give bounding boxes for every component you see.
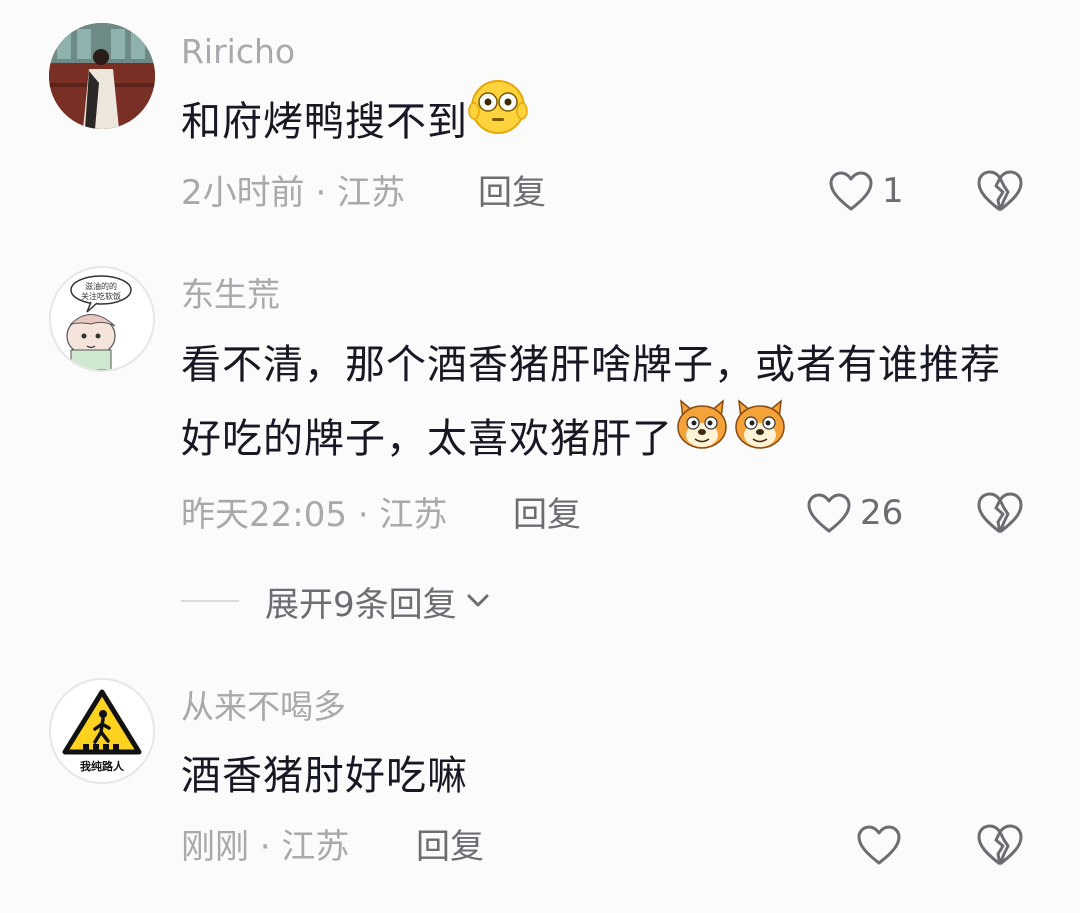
like-button[interactable]: 1: [828, 166, 904, 216]
like-count: 26: [860, 493, 904, 533]
avatar-caption: 我纯路人: [80, 759, 125, 773]
dislike-button[interactable]: [975, 167, 1025, 217]
comment-text: 酒香猪肘好吃嘛: [181, 739, 1021, 813]
reply-button[interactable]: 回复: [513, 494, 581, 536]
broken-heart-icon: [977, 824, 1023, 866]
comment-meta: 昨天22:05 · 江苏: [181, 495, 448, 535]
broken-heart-icon: [977, 492, 1023, 534]
avatar-doodle: 滋油的的 关注吃软饭: [51, 268, 153, 370]
comment-meta: 2小时前 · 江苏: [181, 173, 406, 213]
comment-text: 和府烤鸭搜不到: [181, 80, 1021, 161]
avatar[interactable]: 滋油的的 关注吃软饭: [49, 266, 155, 372]
reply-button[interactable]: 回复: [416, 826, 484, 868]
flushed-face-emoji: [468, 77, 528, 161]
comment-text-body: 看不清，那个酒香猪肝啥牌子，或者有谁推荐好吃的牌子，太喜欢猪肝了: [181, 342, 1001, 462]
username[interactable]: 从来不喝多: [181, 687, 346, 727]
comment-text-body: 酒香猪肘好吃嘛: [181, 753, 468, 799]
like-count: 1: [882, 171, 904, 211]
like-button[interactable]: 26: [806, 488, 903, 538]
expand-replies-button[interactable]: 展开9条回复: [181, 578, 493, 625]
comment-text-body: 和府烤鸭搜不到: [181, 99, 468, 145]
dislike-button[interactable]: [975, 821, 1025, 871]
comment-text: 看不清，那个酒香猪肝啥牌子，或者有谁推荐好吃的牌子，太喜欢猪肝了: [181, 328, 1021, 477]
username[interactable]: 东生荒: [181, 275, 280, 315]
like-button[interactable]: [856, 820, 902, 870]
avatar[interactable]: 我纯路人: [49, 678, 155, 784]
username[interactable]: Riricho: [181, 32, 295, 72]
heart-outline-icon: [807, 493, 851, 533]
divider: [181, 600, 239, 602]
reply-button[interactable]: 回复: [478, 172, 546, 214]
chevron-down-icon: [467, 594, 489, 607]
heart-outline-icon: [857, 825, 901, 865]
dog-face-emoji: [731, 395, 789, 477]
comment-meta: 刚刚 · 江苏: [181, 827, 350, 867]
svg-text:滋油的的: 滋油的的: [85, 281, 117, 291]
dislike-button[interactable]: [975, 489, 1025, 539]
broken-heart-icon: [977, 170, 1023, 212]
expand-replies-label: 展开9条回复: [265, 584, 457, 625]
dog-face-emoji: [673, 395, 731, 477]
svg-text:关注吃软饭: 关注吃软饭: [81, 291, 121, 301]
avatar[interactable]: [49, 23, 155, 129]
pedestrian-sign-icon: 我纯路人: [51, 680, 153, 782]
heart-outline-icon: [829, 171, 873, 211]
avatar-photo: [49, 23, 155, 129]
